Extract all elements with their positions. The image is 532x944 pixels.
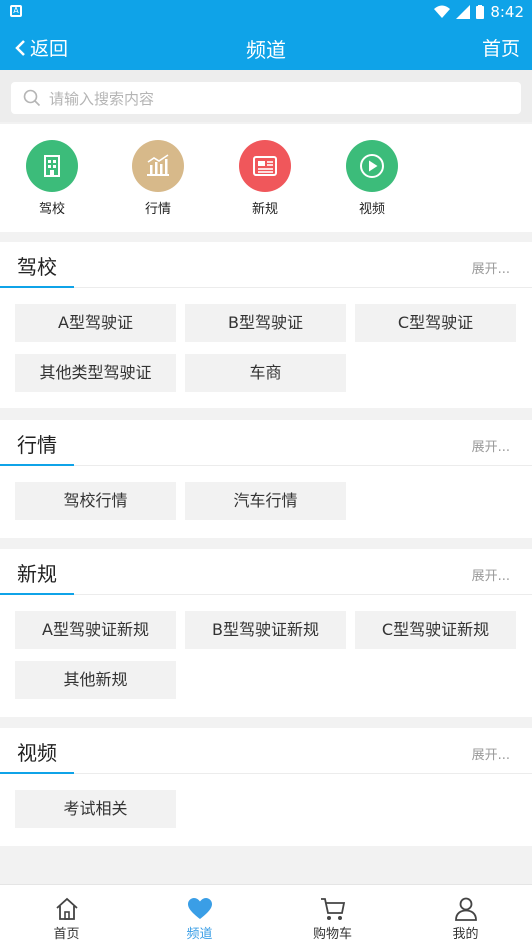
user-icon [399, 895, 532, 923]
section-regulations: 新规 展开... A型驾驶证新规 B型驾驶证新规 C型驾驶证新规 其他新规 [0, 549, 532, 717]
wifi-icon [434, 5, 451, 18]
newspaper-icon [239, 140, 291, 192]
home-icon [0, 895, 133, 923]
section-underline [0, 593, 74, 595]
tab-channel[interactable]: 频道 [133, 885, 266, 944]
category-video[interactable]: 视频 [332, 140, 412, 217]
section-header: 驾校 展开... [0, 242, 532, 288]
expand-link[interactable]: 展开... [472, 744, 510, 763]
section-title: 新规 [17, 562, 57, 586]
tag-button[interactable]: 汽车行情 [185, 482, 346, 520]
status-right: 8:42 [434, 3, 524, 21]
building-icon [26, 140, 78, 192]
section-title: 行情 [17, 433, 57, 457]
category-market[interactable]: 行情 [118, 140, 198, 217]
search-icon [23, 89, 41, 107]
section-underline [0, 464, 74, 466]
category-label: 行情 [144, 202, 171, 217]
tag-button[interactable]: 驾校行情 [15, 482, 176, 520]
play-icon [346, 140, 398, 192]
signal-icon [456, 5, 471, 19]
category-label: 视频 [358, 202, 385, 217]
tag-button[interactable]: A型驾驶证 [15, 304, 176, 342]
tag-button[interactable]: A型驾驶证新规 [15, 611, 176, 649]
category-grid: 驾校 行情 新规 视频 [0, 124, 532, 232]
tab-label: 购物车 [312, 927, 352, 942]
tab-label: 我的 [452, 927, 479, 942]
heart-icon [133, 895, 266, 923]
search-area: 请输入搜索内容 [0, 70, 532, 122]
tag-button[interactable]: C型驾驶证新规 [355, 611, 516, 649]
battery-icon [476, 5, 485, 19]
tag-button[interactable]: 其他类型驾驶证 [15, 354, 176, 392]
tab-home[interactable]: 首页 [0, 885, 133, 944]
clock: 8:42 [490, 3, 524, 21]
section-market: 行情 展开... 驾校行情 汽车行情 [0, 420, 532, 538]
section-header: 新规 展开... [0, 549, 532, 595]
expand-link[interactable]: 展开... [472, 258, 510, 277]
section-title: 视频 [17, 741, 57, 765]
expand-link[interactable]: 展开... [472, 436, 510, 455]
section-title: 驾校 [17, 255, 57, 279]
tab-label: 首页 [53, 927, 80, 942]
expand-link[interactable]: 展开... [472, 565, 510, 584]
search-input[interactable]: 请输入搜索内容 [11, 82, 521, 114]
tag-button[interactable]: B型驾驶证新规 [185, 611, 346, 649]
bar-chart-icon [132, 140, 184, 192]
status-bar: A 8:42 [0, 0, 532, 24]
notification-icon: A [10, 5, 22, 17]
section-underline [0, 286, 74, 288]
category-regulations[interactable]: 新规 [225, 140, 305, 217]
section-header: 视频 展开... [0, 728, 532, 774]
app-bar: 返回 频道 首页 [0, 24, 532, 70]
home-link[interactable]: 首页 [482, 34, 520, 61]
tab-cart[interactable]: 购物车 [266, 885, 399, 944]
category-label: 新规 [251, 202, 278, 217]
page-title: 频道 [246, 38, 286, 62]
category-label: 驾校 [38, 202, 65, 217]
bottom-tab-bar: 首页 频道 购物车 我的 [0, 884, 532, 944]
tab-label: 频道 [186, 927, 213, 942]
cart-icon [266, 895, 399, 923]
category-driving-school[interactable]: 驾校 [12, 140, 92, 217]
tag-button[interactable]: B型驾驶证 [185, 304, 346, 342]
tab-mine[interactable]: 我的 [399, 885, 532, 944]
tag-button[interactable]: 其他新规 [15, 661, 176, 699]
section-header: 行情 展开... [0, 420, 532, 466]
search-placeholder: 请输入搜索内容 [49, 89, 155, 108]
tag-button[interactable]: 考试相关 [15, 790, 176, 828]
tag-button[interactable]: C型驾驶证 [355, 304, 516, 342]
tag-button[interactable]: 车商 [185, 354, 346, 392]
section-video: 视频 展开... 考试相关 [0, 728, 532, 846]
section-driving-school: 驾校 展开... A型驾驶证 B型驾驶证 C型驾驶证 其他类型驾驶证 车商 [0, 242, 532, 408]
section-underline [0, 772, 74, 774]
